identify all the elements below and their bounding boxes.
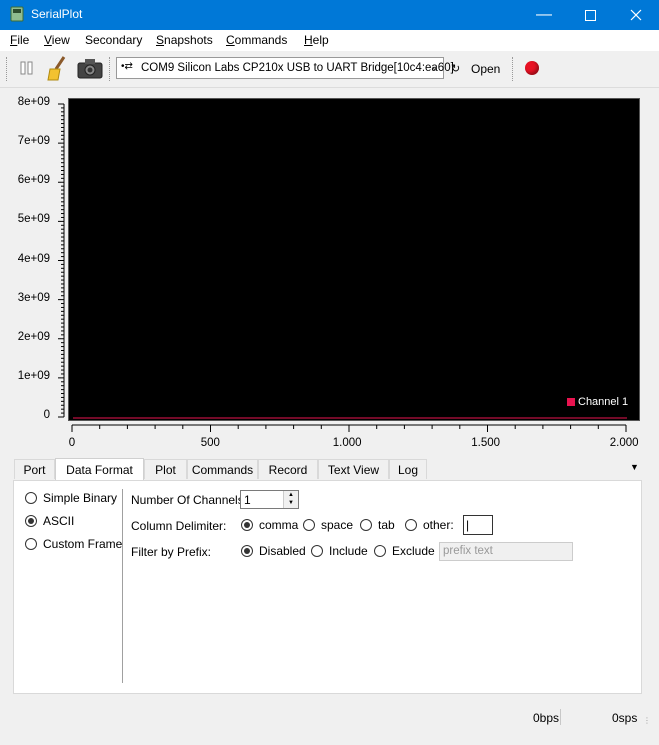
- port-select-value: COM9 Silicon Labs CP210x USB to UART Bri…: [141, 62, 454, 74]
- disabled-label: Disabled: [259, 544, 306, 558]
- toolbar-handle: [6, 57, 8, 81]
- include-label: Include: [329, 544, 368, 558]
- spin-up-icon[interactable]: ▲: [284, 491, 298, 499]
- menu-commands[interactable]: Commands: [226, 33, 287, 47]
- y-tick-label: 2e+09: [17, 330, 50, 343]
- prefix-text-input[interactable]: prefix text: [439, 542, 573, 561]
- radio-include[interactable]: [311, 545, 323, 557]
- x-tick-label: 0: [68, 437, 76, 449]
- x-tick-label: 500: [200, 437, 220, 449]
- data-format-panel: Simple Binary ASCII Custom Frame Number …: [13, 480, 642, 694]
- x-tick-label: 2.000: [609, 437, 639, 449]
- radio-exclude[interactable]: [374, 545, 386, 557]
- ascii-label: ASCII: [43, 514, 75, 528]
- close-button[interactable]: [613, 0, 659, 30]
- other-delimiter-input[interactable]: |: [463, 515, 493, 535]
- app-icon: [10, 6, 24, 22]
- close-icon: [630, 9, 642, 21]
- menu-snapshots[interactable]: Snapshots: [156, 33, 213, 47]
- custom-frame-label: Custom Frame: [43, 537, 123, 551]
- comma-label: comma: [259, 518, 299, 532]
- minimize-icon: —: [536, 6, 552, 23]
- x-axis: [71, 424, 627, 432]
- delimiter-label: Column Delimiter:: [131, 519, 227, 533]
- bps-readout: 0bps: [533, 711, 560, 725]
- y-tick-label: 6e+09: [17, 174, 50, 187]
- radio-simple-binary[interactable]: [25, 492, 37, 504]
- menu-file[interactable]: File: [10, 33, 29, 47]
- minimize-button[interactable]: —: [521, 0, 567, 30]
- channels-spinbox[interactable]: 1 ▲ ▼: [240, 490, 299, 509]
- y-tick-label: 3e+09: [17, 291, 50, 304]
- y-tick-label: 4e+09: [17, 252, 50, 265]
- panel-divider: [122, 489, 123, 683]
- refresh-icon[interactable]: ↻: [451, 62, 460, 75]
- channels-label: Number Of Channels:: [131, 493, 248, 507]
- snapshot-camera-icon[interactable]: [77, 57, 103, 79]
- resize-grip-icon[interactable]: ⋮: [643, 716, 651, 725]
- plot-canvas[interactable]: Channel 1: [68, 98, 640, 421]
- record-button[interactable]: [525, 61, 539, 75]
- plot-svg: [73, 398, 627, 419]
- menu-view[interactable]: View: [44, 33, 70, 47]
- tab-label: tab: [378, 518, 395, 532]
- x-tick-label: 1.000: [332, 437, 362, 449]
- radio-comma[interactable]: [241, 519, 253, 531]
- tab-plot[interactable]: Plot: [144, 459, 187, 479]
- tab-log[interactable]: Log: [389, 459, 427, 479]
- spin-down-icon[interactable]: ▼: [284, 499, 298, 507]
- y-tick-label: 7e+09: [17, 135, 50, 148]
- y-tick-label: 1e+09: [17, 369, 50, 382]
- radio-custom-frame[interactable]: [25, 538, 37, 550]
- maximize-button[interactable]: [567, 0, 613, 30]
- legend-label: Channel 1: [578, 396, 629, 408]
- prefix-label: Filter by Prefix:: [131, 545, 212, 559]
- tab-menu-arrow-icon[interactable]: ▼: [630, 462, 639, 472]
- legend-swatch: [567, 398, 575, 406]
- other-label: other:: [423, 518, 454, 532]
- menu-secondary[interactable]: Secondary: [85, 33, 142, 47]
- y-tick-label: 5e+09: [17, 213, 50, 226]
- space-label: space: [321, 518, 354, 532]
- status-separator: [560, 709, 561, 725]
- usb-icon: •⇄: [121, 61, 133, 72]
- window-title: SerialPlot: [31, 7, 83, 21]
- radio-tab[interactable]: [360, 519, 372, 531]
- radio-ascii[interactable]: [25, 515, 37, 527]
- chevron-down-icon: ⌄: [429, 61, 439, 73]
- toolbar: •⇄ COM9 Silicon Labs CP210x USB to UART …: [0, 51, 659, 88]
- menu-bar: File View Secondary Snapshots Commands H…: [0, 30, 659, 52]
- toolbar-separator: [512, 57, 514, 81]
- simple-binary-label: Simple Binary: [43, 491, 118, 505]
- tab-data-format[interactable]: Data Format: [55, 458, 144, 480]
- pause-icon[interactable]: [19, 61, 35, 75]
- y-tick-label: 0: [43, 409, 50, 421]
- radio-space[interactable]: [303, 519, 315, 531]
- menu-help[interactable]: Help: [304, 33, 329, 47]
- port-select[interactable]: •⇄ COM9 Silicon Labs CP210x USB to UART …: [116, 57, 454, 79]
- radio-other[interactable]: [405, 519, 417, 531]
- y-axis: [58, 103, 65, 418]
- x-tick-label: 1.500: [471, 437, 501, 449]
- title-bar: SerialPlot —: [0, 0, 659, 30]
- toolbar-separator: [109, 57, 111, 81]
- spinbox-arrows[interactable]: ▲ ▼: [283, 491, 298, 508]
- open-button[interactable]: Open: [471, 62, 500, 76]
- clear-broom-icon[interactable]: [46, 55, 70, 81]
- exclude-label: Exclude: [392, 544, 435, 558]
- channels-value: 1: [244, 493, 251, 507]
- maximize-icon: [584, 9, 596, 21]
- y-tick-label: 8e+09: [17, 96, 50, 108]
- status-bar: 0bps 0sps ⋮: [0, 706, 659, 745]
- sps-readout: 0sps: [612, 711, 638, 725]
- tab-bar: Port Data Format Plot Commands Record Te…: [14, 458, 644, 480]
- tab-record[interactable]: Record: [258, 459, 318, 479]
- tab-text-view[interactable]: Text View: [318, 459, 389, 479]
- tab-commands[interactable]: Commands: [187, 459, 258, 479]
- radio-disabled[interactable]: [241, 545, 253, 557]
- tab-port[interactable]: Port: [14, 459, 55, 479]
